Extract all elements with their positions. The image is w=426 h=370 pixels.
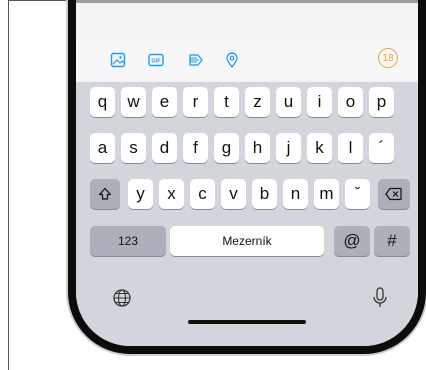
numbers-key[interactable]: 123 (90, 226, 166, 256)
space-key[interactable]: Mezerník (170, 226, 324, 256)
key-r[interactable]: r (183, 87, 208, 117)
image-icon[interactable] (110, 52, 126, 68)
character-counter: 18 (378, 48, 398, 68)
home-indicator[interactable] (188, 320, 306, 324)
key-s[interactable]: s (121, 133, 146, 163)
key-m[interactable]: m (314, 179, 339, 209)
key-caron[interactable]: ˇ (345, 179, 370, 209)
key-n[interactable]: n (283, 179, 308, 209)
key-i[interactable]: i (307, 87, 332, 117)
poll-icon[interactable] (188, 52, 204, 68)
at-key[interactable]: @ (334, 226, 370, 256)
key-u[interactable]: u (276, 87, 301, 117)
key-g[interactable]: g (214, 133, 239, 163)
shift-icon (98, 187, 112, 200)
key-x[interactable]: x (159, 179, 184, 209)
key-w[interactable]: w (121, 87, 146, 117)
key-v[interactable]: v (221, 179, 246, 209)
gif-icon[interactable]: GIF (148, 52, 164, 68)
globe-icon[interactable] (112, 288, 132, 308)
screen-divider (76, 0, 418, 3)
key-z[interactable]: z (245, 87, 270, 117)
key-h[interactable]: h (245, 133, 270, 163)
key-q[interactable]: q (90, 87, 115, 117)
frame-border (8, 0, 9, 370)
microphone-icon[interactable] (372, 286, 388, 310)
key-f[interactable]: f (183, 133, 208, 163)
phone-screen: GIF 18 q w e r t z u i o p a s d f g h j… (76, 0, 418, 346)
svg-text:GIF: GIF (151, 59, 161, 65)
frame-border-top (8, 0, 72, 1)
location-icon[interactable] (224, 52, 240, 68)
backspace-key[interactable] (378, 179, 410, 209)
key-k[interactable]: k (307, 133, 332, 163)
key-c[interactable]: c (190, 179, 215, 209)
key-j[interactable]: j (276, 133, 301, 163)
key-p[interactable]: p (369, 87, 394, 117)
key-d[interactable]: d (152, 133, 177, 163)
backspace-icon (385, 187, 402, 201)
key-l[interactable]: l (338, 133, 363, 163)
key-t[interactable]: t (214, 87, 239, 117)
key-y[interactable]: y (128, 179, 153, 209)
key-a[interactable]: a (90, 133, 115, 163)
key-e[interactable]: e (152, 87, 177, 117)
shift-key[interactable] (90, 179, 120, 209)
key-b[interactable]: b (252, 179, 277, 209)
compose-toolbar (76, 40, 418, 80)
key-o[interactable]: o (338, 87, 363, 117)
hash-key[interactable]: # (374, 226, 410, 256)
key-acute-accent[interactable]: ´ (369, 133, 394, 163)
